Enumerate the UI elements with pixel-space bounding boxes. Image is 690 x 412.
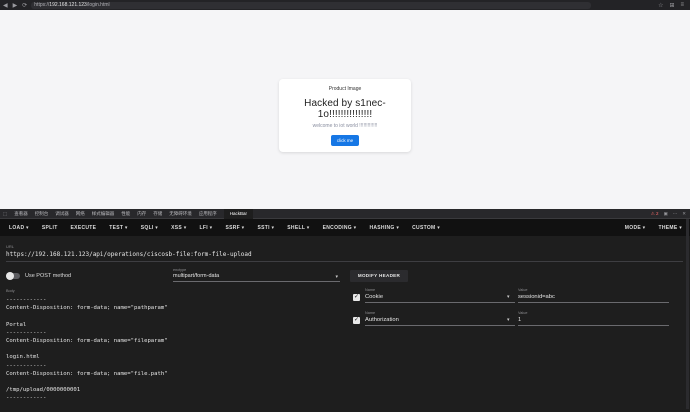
enctype-value: multipart/form-data — [173, 273, 220, 279]
modify-header-button[interactable]: MODIFY HEADER — [350, 270, 408, 282]
dropdown-caret-icon: ▾ — [507, 294, 510, 300]
more-icon[interactable]: ⋯ — [673, 211, 678, 217]
page-viewport: Product Image Hacked by s1nec-1o!!!!!!!!… — [0, 10, 690, 209]
url-label: URL — [6, 244, 15, 249]
click-me-button[interactable]: click me — [330, 135, 360, 146]
header-name-label: Name — [365, 311, 376, 315]
product-card: Product Image Hacked by s1nec-1o!!!!!!!!… — [279, 79, 411, 152]
devtools-actions: ⚠ 2 ▣ ⋯ ✕ — [651, 211, 686, 217]
menu-ssti[interactable]: SSTI ▾ — [257, 225, 274, 231]
header-enabled-checkbox[interactable]: ✓ — [353, 317, 360, 324]
tab-hackbar[interactable]: HackBar — [223, 208, 254, 219]
card-title: Product Image — [328, 86, 362, 92]
header-value-label: Value — [518, 288, 528, 292]
devtools-tabs: ⬚ 查看器 控制台 调试器 网络 样式编辑器 性能 内存 存储 无障碍环境 应用… — [0, 208, 690, 219]
tab-memory[interactable]: 内存 — [137, 211, 146, 217]
devtools-scrollbar[interactable] — [686, 219, 689, 409]
browser-toolbar: ◀ ▶ ⟳ https://192.168.121.123/login.html… — [0, 0, 690, 10]
enctype-label: enctype — [173, 268, 187, 272]
forward-icon[interactable]: ▶ — [13, 2, 18, 9]
menu-custom[interactable]: CUSTOM ▾ — [412, 225, 440, 231]
menu-load[interactable]: LOAD ▾ — [9, 225, 29, 231]
hackbar-menu: LOAD ▾ SPLIT EXECUTE TEST ▾ SQLI ▾ XSS ▾… — [0, 219, 690, 236]
tab-console[interactable]: 控制台 — [35, 211, 49, 217]
menu-mode[interactable]: MODE ▾ — [625, 225, 646, 231]
menu-shell[interactable]: SHELL ▾ — [287, 225, 309, 231]
address-host: 192.168.121.123 — [49, 2, 87, 8]
menu-theme[interactable]: THEME ▾ — [659, 225, 683, 231]
header-value-input[interactable]: sessionid=abc — [518, 294, 669, 303]
menu-xss[interactable]: XSS ▾ — [171, 225, 186, 231]
header-row-cookie: ✓ Name Cookie ▾ Value sessionid=abc — [353, 288, 683, 304]
address-bar[interactable]: https://192.168.121.123/login.html — [31, 1, 592, 9]
back-icon[interactable]: ◀ — [3, 2, 8, 9]
star-icon[interactable]: ☆ — [658, 2, 663, 9]
header-row-authorization: ✓ Name Authorization ▾ Value 1 — [353, 311, 683, 327]
header-value-label: Value — [518, 311, 528, 315]
menu-test[interactable]: TEST ▾ — [109, 225, 127, 231]
header-name-label: Name — [365, 288, 376, 292]
dock-icon[interactable]: ▣ — [663, 211, 667, 217]
welcome-text: welcome to iot world !!!!!!!!!!!!! — [312, 123, 378, 129]
tab-inspector[interactable]: 查看器 — [14, 211, 28, 217]
reload-icon[interactable]: ⟳ — [22, 2, 27, 9]
header-name-select[interactable]: Cookie — [365, 294, 515, 303]
tab-style-editor[interactable]: 样式编辑器 — [92, 211, 115, 217]
body-label: Body — [6, 289, 15, 293]
header-enabled-checkbox[interactable]: ✓ — [353, 294, 360, 301]
header-value-input[interactable]: 1 — [518, 317, 669, 326]
tab-network[interactable]: 网络 — [76, 211, 85, 217]
browser-actions: ☆ ⊞ ≡ — [658, 2, 684, 9]
menu-encoding[interactable]: ENCODING ▾ — [323, 225, 357, 231]
close-devtools-icon[interactable]: ✕ — [682, 211, 686, 217]
address-path: /login.html — [86, 2, 110, 8]
inspect-icon[interactable]: ⬚ — [3, 211, 7, 217]
dropdown-caret-icon: ▾ — [507, 317, 510, 323]
menu-lfi[interactable]: LFI ▾ — [200, 225, 213, 231]
post-method-toggle[interactable] — [6, 272, 20, 280]
post-method-label: Use POST method — [25, 273, 72, 279]
enctype-select[interactable]: multipart/form-data ▾ — [173, 273, 340, 282]
hacked-heading: Hacked by s1nec-1o!!!!!!!!!!!!!!! — [304, 98, 386, 120]
body-textarea[interactable]: ------------ Content-Disposition: form-d… — [6, 296, 336, 403]
header-name-select[interactable]: Authorization — [365, 317, 515, 326]
tab-accessibility[interactable]: 无障碍环境 — [169, 211, 192, 217]
menu-hashing[interactable]: HASHING ▾ — [369, 225, 399, 231]
dropdown-caret-icon: ▾ — [335, 274, 338, 280]
tab-storage[interactable]: 存储 — [153, 211, 162, 217]
menu-ssrf[interactable]: SSRF ▾ — [225, 225, 244, 231]
address-prefix: https:// — [34, 2, 50, 8]
error-count-badge[interactable]: ⚠ 2 — [651, 211, 659, 217]
tab-application[interactable]: 应用程序 — [199, 211, 217, 217]
extensions-icon[interactable]: ⊞ — [669, 2, 674, 9]
tab-performance[interactable]: 性能 — [121, 211, 130, 217]
menu-execute[interactable]: EXECUTE — [71, 225, 97, 231]
menu-sqli[interactable]: SQLI ▾ — [141, 225, 158, 231]
browser-nav: ◀ ▶ ⟳ — [3, 2, 27, 9]
menu-split[interactable]: SPLIT — [42, 225, 58, 231]
tab-debugger[interactable]: 调试器 — [55, 211, 69, 217]
toggle-knob — [6, 272, 14, 280]
menu-icon[interactable]: ≡ — [680, 2, 684, 9]
devtools-panel: ⬚ 查看器 控制台 调试器 网络 样式编辑器 性能 内存 存储 无障碍环境 应用… — [0, 208, 690, 412]
url-input[interactable]: https://192.168.121.123/api/operations/c… — [6, 251, 683, 262]
